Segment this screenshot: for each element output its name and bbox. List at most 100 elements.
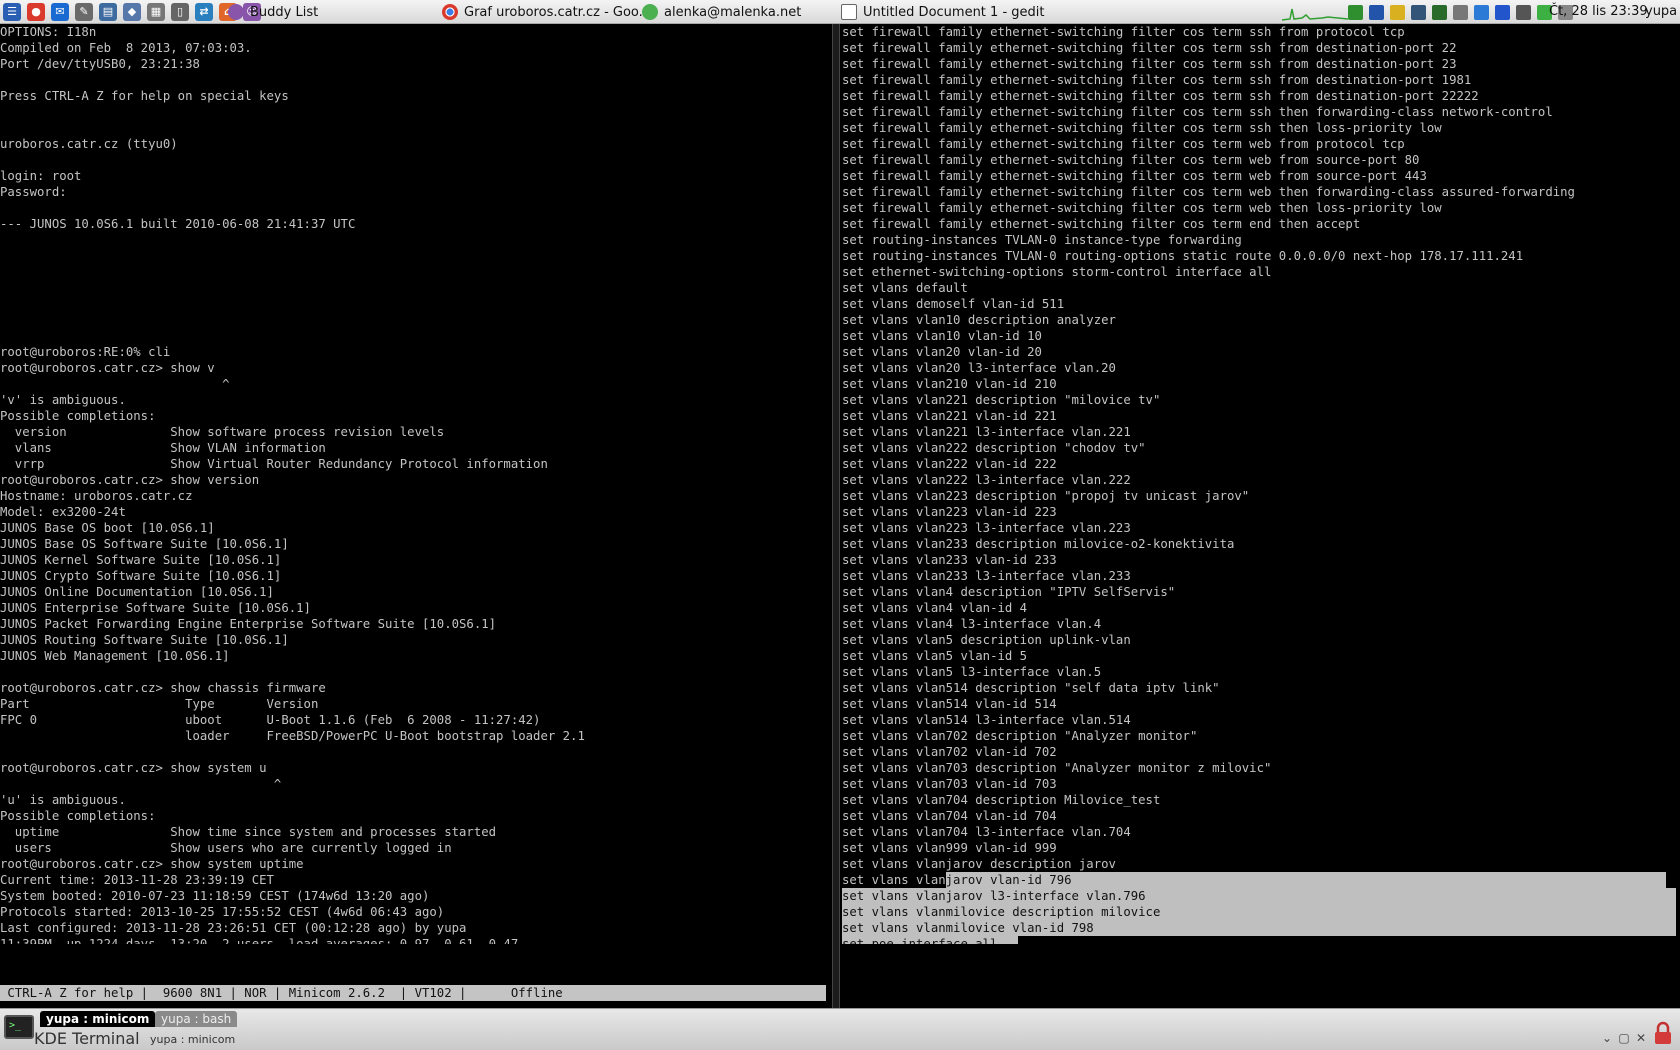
config-line: set vlans vlan704 description Milovice_t… <box>842 793 1161 807</box>
terminal-line: Port /dev/ttyUSB0, 23:21:38 <box>0 57 200 71</box>
package-icon[interactable]: ◆ <box>123 2 141 21</box>
kde-menu-icon[interactable]: ☰ <box>3 2 21 21</box>
terminal-line: Possible completions: <box>0 409 156 423</box>
config-line: set vlans vlan4 vlan-id 4 <box>842 601 1028 615</box>
config-line: set vlans vlan223 vlan-id 223 <box>842 505 1057 519</box>
task-buddy-list[interactable]: Buddy List <box>228 0 318 24</box>
selected-config-line: set poe interface all <box>842 936 1680 944</box>
terminal-line: loader FreeBSD/PowerPC U-Boot bootstrap … <box>0 729 585 743</box>
terminal-line: JUNOS Crypto Software Suite [10.0S6.1] <box>0 569 282 583</box>
terminal-line: uroboros.catr.cz (ttyu0) <box>0 137 178 151</box>
selected-config-line: set vlans vlanmilovice vlan-id 798 <box>842 920 1680 936</box>
config-line: set firewall family ethernet-switching f… <box>842 25 1405 39</box>
config-line: set vlans vlan223 description "propoj tv… <box>842 489 1250 503</box>
top-panel: ☰●✉✎▤◆▦▯⇄⌂☺ Buddy List Graf uroboros.cat… <box>0 0 1680 24</box>
config-line: set firewall family ethernet-switching f… <box>842 169 1427 183</box>
config-line: set vlans vlan222 l3-interface vlan.222 <box>842 473 1131 487</box>
user-name[interactable]: yupa <box>1645 0 1677 24</box>
config-line: set firewall family ethernet-switching f… <box>842 121 1442 135</box>
network-monitor-icon[interactable] <box>1348 4 1363 20</box>
config-line: set vlans vlan514 l3-interface vlan.514 <box>842 713 1131 727</box>
terminal-line: Part Type Version <box>0 697 319 711</box>
junos-config-terminal[interactable]: set firewall family ethernet-switching f… <box>842 24 1680 944</box>
config-line: set vlans vlan233 description milovice-o… <box>842 537 1235 551</box>
tab-yupa-bash[interactable]: yupa : bash <box>155 1011 238 1027</box>
chrome-icon <box>442 4 458 20</box>
config-line: set firewall family ethernet-switching f… <box>842 185 1575 199</box>
clipboard-icon[interactable] <box>1453 4 1468 20</box>
terminal-line: Model: ex3200-24t <box>0 505 126 519</box>
maximize-icon[interactable]: ▢ <box>1617 1031 1631 1045</box>
cpu-monitor-icon[interactable] <box>1369 4 1384 20</box>
load-monitor-icon[interactable] <box>1390 4 1405 20</box>
config-line: set vlans vlan5 l3-interface vlan.5 <box>842 665 1102 679</box>
tab-yupa-minicom[interactable]: yupa : minicom <box>40 1011 156 1027</box>
config-line: set vlans vlan221 l3-interface vlan.221 <box>842 425 1131 439</box>
task-label: Graf uroboros.catr.cz - Goo... <box>464 4 652 20</box>
disk-monitor-icon[interactable] <box>1432 4 1447 20</box>
terminal-line: Last configured: 2013-11-28 23:26:51 CET… <box>0 921 467 935</box>
network-icon[interactable] <box>1516 4 1531 20</box>
terminal-line: vlans Show VLAN information <box>0 441 326 455</box>
config-line: set vlans vlan999 vlan-id 999 <box>842 841 1057 855</box>
vpn-icon[interactable]: ⇄ <box>195 2 213 21</box>
config-line: set vlans vlan703 vlan-id 703 <box>842 777 1057 791</box>
config-line: set vlans vlan222 vlan-id 222 <box>842 457 1057 471</box>
terminal-line: JUNOS Base OS boot [10.0S6.1] <box>0 521 215 535</box>
terminal-line: Hostname: uroboros.catr.cz <box>0 489 193 503</box>
config-line: set vlans demoself vlan-id 511 <box>842 297 1065 311</box>
terminal-line: uptime Show time since system and proces… <box>0 825 497 839</box>
config-line: set firewall family ethernet-switching f… <box>842 41 1457 55</box>
chrome-icon[interactable]: ● <box>27 2 45 21</box>
presentation-icon[interactable]: ▤ <box>99 2 117 21</box>
selected-text: set poe interface all <box>842 936 1018 944</box>
trash-icon[interactable]: ▯ <box>171 2 189 21</box>
pidgin-icon <box>228 4 244 20</box>
clock[interactable]: Čt, 28 lis 23:39 <box>1549 0 1648 24</box>
config-line: set vlans vlan704 vlan-id 704 <box>842 809 1057 823</box>
spreadsheet-icon[interactable]: ▦ <box>147 2 165 21</box>
thunderbird-icon[interactable]: ✉ <box>51 2 69 21</box>
config-line: set vlans default <box>842 281 968 295</box>
config-line: set vlans vlan233 vlan-id 233 <box>842 553 1057 567</box>
terminal-line: Current time: 2013-11-28 23:39:19 CET <box>0 873 274 887</box>
config-line: set routing-instances TVLAN-0 instance-t… <box>842 233 1242 247</box>
config-line: set firewall family ethernet-switching f… <box>842 89 1479 103</box>
close-icon[interactable]: ✕ <box>1634 1031 1648 1045</box>
terminal-line: ^ <box>0 777 282 791</box>
config-line: set vlans vlan702 description "Analyzer … <box>842 729 1198 743</box>
terminal-line: Possible completions: <box>0 809 156 823</box>
terminal-line: Compiled on Feb 8 2013, 07:03:03. <box>0 41 252 55</box>
lock-screen-icon[interactable] <box>1652 1021 1674 1045</box>
pane-splitter[interactable] <box>832 24 840 1008</box>
dropbox-icon[interactable] <box>1474 4 1489 20</box>
config-line: set vlans vlan703 description "Analyzer … <box>842 761 1272 775</box>
minicom-terminal[interactable]: OPTIONS: I18n Compiled on Feb 8 2013, 07:… <box>0 24 826 944</box>
task-chrome-graf[interactable]: Graf uroboros.catr.cz - Goo... <box>442 0 651 24</box>
terminal-line: root@uroboros.catr.cz> show v <box>0 361 215 375</box>
minimize-icon[interactable]: ⌄ <box>1600 1031 1614 1045</box>
memory-monitor-icon[interactable] <box>1411 4 1426 20</box>
config-line: set vlans vlan20 l3-interface vlan.20 <box>842 361 1116 375</box>
task-gedit[interactable]: Untitled Document 1 - gedit <box>841 0 1044 24</box>
app-name: KDE Terminal <box>34 1029 140 1048</box>
config-line: set vlans vlanjarov vlan-id 796 <box>842 872 1680 888</box>
config-line: set vlans vlan221 vlan-id 221 <box>842 409 1057 423</box>
terminal-line: JUNOS Online Documentation [10.0S6.1] <box>0 585 274 599</box>
terminal-line: FPC 0 uboot U-Boot 1.1.6 (Feb 6 2008 - 1… <box>0 713 541 727</box>
task-alenka-chat[interactable]: alenka@malenka.net <box>642 0 801 24</box>
terminal-line: JUNOS Packet Forwarding Engine Enterpris… <box>0 617 497 631</box>
config-line: set vlans vlanjarov description jarov <box>842 857 1116 871</box>
bluetooth-icon[interactable] <box>1495 4 1510 20</box>
config-line: set ethernet-switching-options storm-con… <box>842 265 1272 279</box>
config-line: set vlans vlan704 l3-interface vlan.704 <box>842 825 1131 839</box>
config-line: set vlans vlan222 description "chodov tv… <box>842 441 1146 455</box>
text-editor-icon[interactable]: ✎ <box>75 2 93 21</box>
gedit-icon <box>841 4 857 20</box>
